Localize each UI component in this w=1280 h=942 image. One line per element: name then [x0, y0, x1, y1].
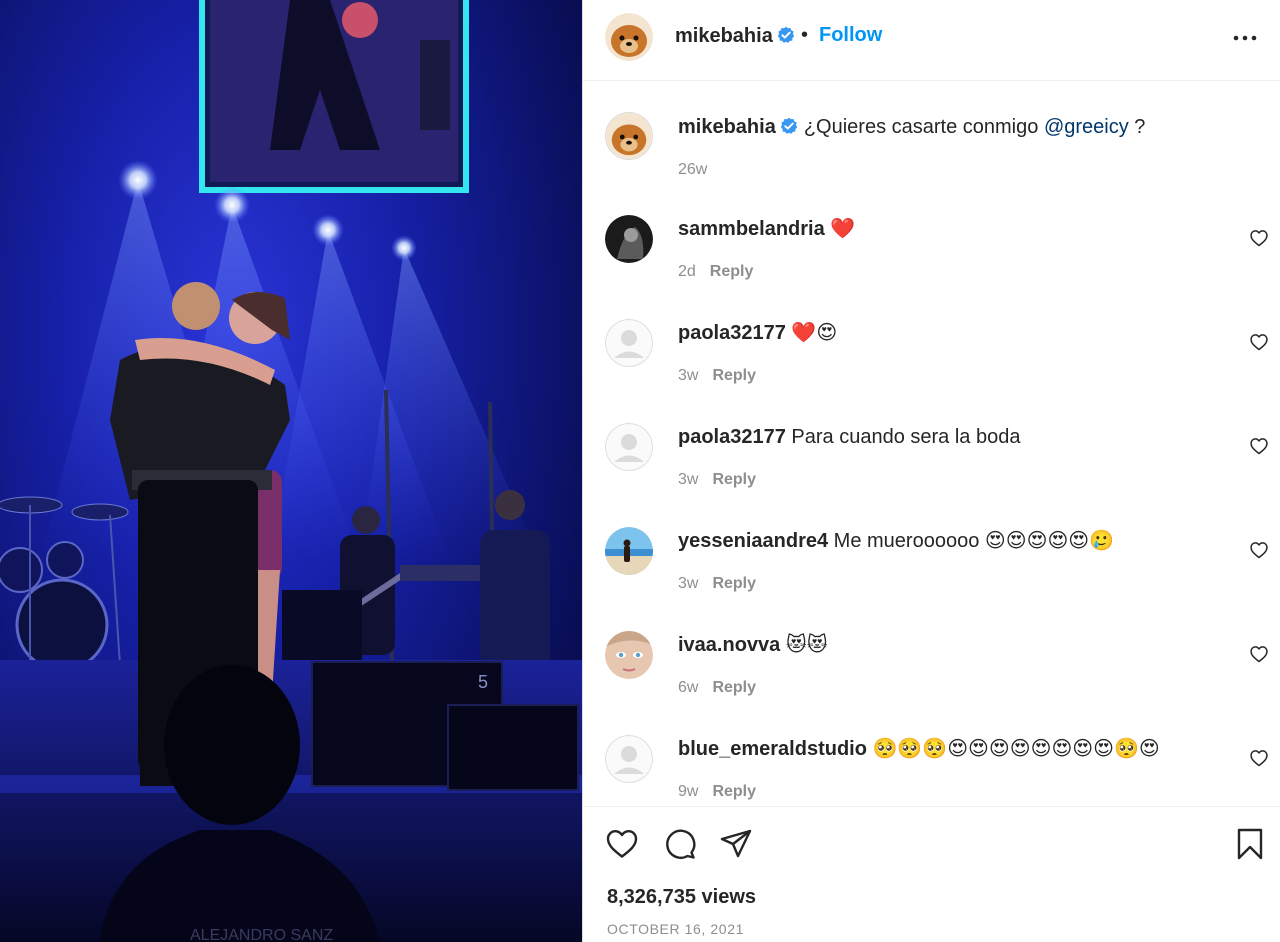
comment-timestamp: 2d — [678, 263, 696, 280]
comment-item: paola32177 ❤️😍 3w Reply — [583, 319, 1280, 423]
concert-stage-image: 5 ALEJANDRO SANZ — [0, 0, 582, 942]
commenter-avatar[interactable] — [605, 527, 653, 575]
comment-like-heart-icon[interactable] — [1249, 644, 1269, 664]
comment-like-heart-icon[interactable] — [1249, 540, 1269, 560]
comment-text: Para cuando sera la boda — [791, 426, 1021, 448]
post-caption: mikebahia ¿Quieres casarte conmigo @greei… — [678, 115, 1145, 139]
comment-emojis: ❤️ — [830, 218, 856, 240]
caption-author-avatar[interactable] — [605, 112, 653, 160]
svg-text:5: 5 — [478, 672, 488, 692]
reply-button[interactable]: Reply — [710, 263, 754, 280]
comment-item: blue_emeraldstudio 🥺🥺🥺😍😍😍😍😍😍😍😍🥺😍 9w Reply — [583, 735, 1280, 806]
comment-like-heart-icon[interactable] — [1249, 228, 1269, 248]
reply-button[interactable]: Reply — [712, 783, 756, 800]
heart-icon[interactable] — [605, 827, 639, 861]
comment-meta: 9w Reply — [678, 783, 756, 801]
comment-emojis: ❤️😍 — [791, 322, 838, 344]
commenter-avatar[interactable] — [605, 631, 653, 679]
caption-username[interactable]: mikebahia — [678, 116, 776, 138]
views-count[interactable]: 8,326,735 views — [607, 886, 756, 909]
comment-item: paola32177 Para cuando sera la boda 3w Re… — [583, 423, 1280, 527]
comment-emojis: 😍😍😍😍😍🥲 — [984, 530, 1115, 552]
caption-mention-link[interactable]: @greeicy — [1044, 116, 1129, 138]
bookmark-icon[interactable] — [1233, 827, 1267, 861]
comment-timestamp: 3w — [678, 575, 699, 592]
comment-meta: 2d Reply — [678, 263, 753, 281]
comment-text-line: blue_emeraldstudio 🥺🥺🥺😍😍😍😍😍😍😍😍🥺😍 — [678, 737, 1160, 761]
more-horizontal-icon[interactable] — [1231, 26, 1259, 50]
comment-emojis: 😻😻 — [785, 634, 828, 656]
follow-button[interactable]: Follow — [819, 24, 882, 47]
comment-meta: 3w Reply — [678, 471, 756, 489]
author-username[interactable]: mikebahia — [675, 25, 795, 48]
reply-button[interactable]: Reply — [712, 367, 756, 384]
send-icon[interactable] — [719, 827, 753, 861]
comment-like-heart-icon[interactable] — [1249, 748, 1269, 768]
post-media[interactable]: 5 ALEJANDRO SANZ — [0, 0, 582, 942]
comment-icon[interactable] — [663, 827, 697, 861]
comment-timestamp: 3w — [678, 471, 699, 488]
comment-timestamp: 6w — [678, 679, 699, 696]
comment-text: Me mueroooooo — [833, 530, 980, 552]
commenter-username[interactable]: ivaa.novva — [678, 634, 780, 656]
commenter-avatar-placeholder[interactable] — [605, 319, 653, 367]
comment-text-line: yesseniaandre4 Me mueroooooo 😍😍😍😍😍🥲 — [678, 529, 1114, 553]
caption-text-end: ? — [1128, 116, 1146, 138]
commenter-avatar[interactable] — [605, 215, 653, 263]
svg-text:ALEJANDRO SANZ: ALEJANDRO SANZ — [190, 927, 333, 942]
reply-button[interactable]: Reply — [712, 471, 756, 488]
comment-item: yesseniaandre4 Me mueroooooo 😍😍😍😍😍🥲 3w Re… — [583, 527, 1280, 631]
comment-text-line: sammbelandria ❤️ — [678, 217, 855, 241]
caption-text: ¿Quieres casarte conmigo — [803, 116, 1044, 138]
comment-meta: 3w Reply — [678, 367, 756, 385]
author-avatar[interactable] — [605, 13, 653, 61]
comment-emojis: 🥺🥺🥺😍😍😍😍😍😍😍😍🥺😍 — [872, 738, 1160, 760]
post-date[interactable]: OCTOBER 16, 2021 — [607, 921, 744, 937]
commenter-avatar-placeholder[interactable] — [605, 735, 653, 783]
commenter-username[interactable]: yesseniaandre4 — [678, 530, 828, 552]
commenter-username[interactable]: sammbelandria — [678, 218, 825, 240]
comment-meta: 3w Reply — [678, 575, 756, 593]
comment-text-line: paola32177 ❤️😍 — [678, 321, 837, 345]
comment-meta: 6w Reply — [678, 679, 756, 697]
comment-like-heart-icon[interactable] — [1249, 436, 1269, 456]
reply-button[interactable]: Reply — [712, 575, 756, 592]
caption-timestamp: 26w — [678, 161, 708, 178]
separator-dot: • — [801, 24, 809, 46]
verified-badge-icon — [780, 117, 798, 134]
commenter-username[interactable]: blue_emeraldstudio — [678, 738, 867, 760]
comment-text-line: ivaa.novva 😻😻 — [678, 633, 828, 657]
comment-timestamp: 9w — [678, 783, 699, 800]
reply-button[interactable]: Reply — [712, 679, 756, 696]
post-action-bar: 8,326,735 views OCTOBER 16, 2021 — [583, 806, 1280, 942]
comment-item: sammbelandria ❤️ 2d Reply — [583, 215, 1280, 319]
verified-badge-icon — [777, 26, 795, 43]
author-username-text[interactable]: mikebahia — [675, 25, 773, 47]
commenter-username[interactable]: paola32177 — [678, 426, 786, 448]
comment-like-heart-icon[interactable] — [1249, 332, 1269, 352]
post-panel: mikebahia • Follow mikebahia ¿Quieres cas… — [582, 0, 1280, 942]
post-header: mikebahia • Follow — [583, 0, 1280, 81]
commenter-avatar-placeholder[interactable] — [605, 423, 653, 471]
comments-section[interactable]: mikebahia ¿Quieres casarte conmigo @greei… — [583, 82, 1280, 806]
comment-item: ivaa.novva 😻😻 6w Reply — [583, 631, 1280, 735]
commenter-username[interactable]: paola32177 — [678, 322, 786, 344]
comment-text-line: paola32177 Para cuando sera la boda — [678, 425, 1020, 449]
comment-timestamp: 3w — [678, 367, 699, 384]
